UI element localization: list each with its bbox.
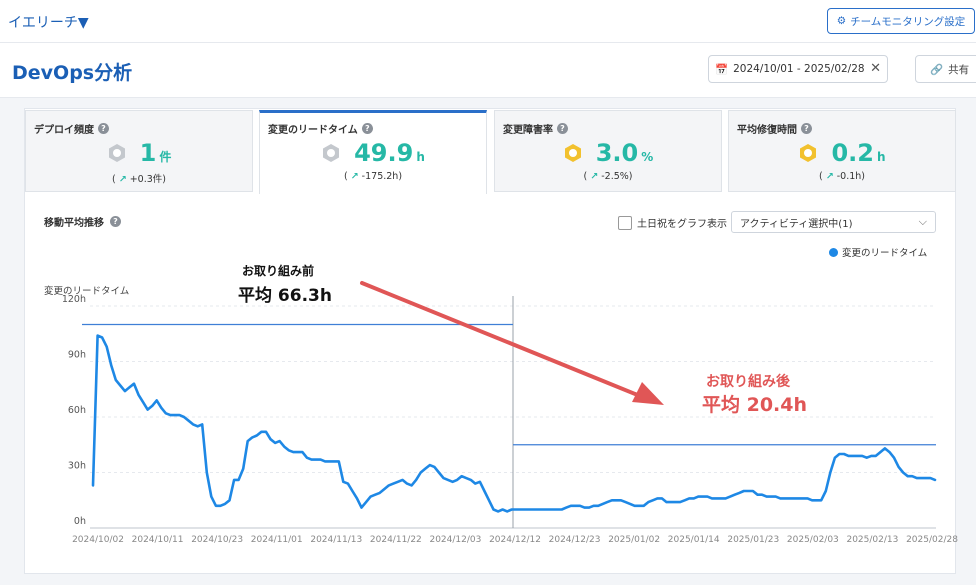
y-tick-label: 0h bbox=[74, 516, 86, 527]
x-tick-label: 2025/01/02 bbox=[608, 535, 660, 545]
y-tick-label: 30h bbox=[68, 461, 86, 472]
x-tick-label: 2025/02/03 bbox=[787, 535, 839, 545]
annotation-arrow-line bbox=[360, 281, 642, 398]
x-tick-label: 2024/11/13 bbox=[310, 535, 362, 545]
y-tick-label: 120h bbox=[62, 294, 86, 305]
lead-time-chart: 0h 30h 60h 90h 120h 2024/10/02 2024/10/11 2024/… bbox=[62, 281, 958, 545]
x-tick-label: 2024/12/03 bbox=[429, 535, 481, 545]
y-tick-label: 90h bbox=[68, 350, 86, 361]
after-annotation-value: 平均 20.4h bbox=[702, 394, 808, 416]
x-tick-label: 2024/12/12 bbox=[489, 535, 541, 545]
x-tick-label: 2024/12/23 bbox=[549, 535, 601, 545]
after-annotation-label: お取り組み後 bbox=[706, 374, 790, 390]
x-tick-label: 2024/10/11 bbox=[132, 535, 184, 545]
x-tick-label: 2025/02/13 bbox=[846, 535, 898, 545]
x-tick-label: 2024/10/02 bbox=[72, 535, 124, 545]
x-tick-label: 2025/01/23 bbox=[727, 535, 779, 545]
y-tick-label: 60h bbox=[68, 405, 86, 416]
x-tick-label: 2025/02/28 bbox=[906, 535, 958, 545]
x-tick-label: 2024/11/01 bbox=[251, 535, 303, 545]
lead-time-series-line bbox=[91, 334, 937, 513]
annotation-arrowhead bbox=[632, 382, 664, 405]
x-tick-label: 2025/01/14 bbox=[668, 535, 720, 545]
x-tick-label: 2024/10/23 bbox=[191, 535, 243, 545]
before-annotation-value: 平均 66.3h bbox=[238, 286, 332, 306]
x-tick-label: 2024/11/22 bbox=[370, 535, 422, 545]
before-annotation-label: お取り組み前 bbox=[242, 264, 315, 278]
